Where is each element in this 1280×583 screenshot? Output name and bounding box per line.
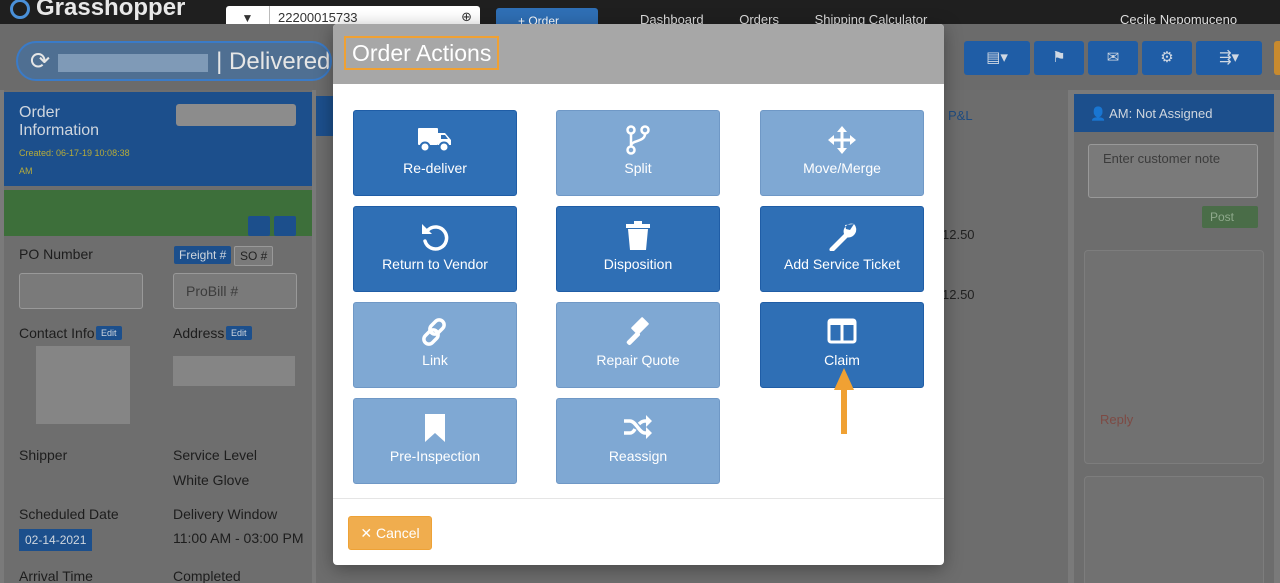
modal-footer: ✕ Cancel	[333, 498, 944, 565]
action-label: Reassign	[608, 448, 668, 464]
action-label: Re-deliver	[403, 160, 467, 176]
disposition-button[interactable]: Disposition	[556, 206, 720, 292]
undo-icon	[354, 221, 516, 253]
action-label: Link	[422, 352, 448, 368]
truck-icon	[354, 125, 516, 157]
move-merge-button[interactable]: Move/Merge	[760, 110, 924, 196]
pre-inspection-button[interactable]: Pre-Inspection	[353, 398, 517, 484]
action-label: Return to Vendor	[382, 256, 488, 272]
return-to-vendor-button[interactable]: Return to Vendor	[353, 206, 517, 292]
arrows-move-icon	[761, 125, 923, 157]
bookmark-icon	[354, 413, 516, 445]
action-label: Move/Merge	[803, 160, 881, 176]
shuffle-icon	[557, 413, 719, 445]
cancel-button[interactable]: ✕ Cancel	[348, 516, 432, 550]
action-label: Repair Quote	[596, 352, 680, 368]
redeliver-button[interactable]: Re-deliver	[353, 110, 517, 196]
gavel-icon	[557, 317, 719, 349]
repair-quote-button[interactable]: Repair Quote	[556, 302, 720, 388]
close-icon: ✕	[360, 525, 377, 541]
code-branch-icon	[557, 125, 719, 157]
order-actions-modal: Order Actions Re-deliver Split Move/Merg…	[333, 24, 944, 565]
highlight-arrow-icon	[834, 368, 854, 434]
trash-icon	[557, 221, 719, 253]
add-service-ticket-button[interactable]: Add Service Ticket	[760, 206, 924, 292]
action-label: Add Service Ticket	[784, 256, 900, 272]
modal-header: Order Actions	[333, 24, 944, 84]
modal-title: Order Actions	[344, 36, 500, 70]
link-button[interactable]: Link	[353, 302, 517, 388]
reassign-button[interactable]: Reassign	[556, 398, 720, 484]
action-label: Claim	[824, 352, 860, 368]
wrench-icon	[761, 221, 923, 253]
cancel-label: Cancel	[376, 525, 420, 541]
action-label: Split	[624, 160, 652, 176]
modal-body: Re-deliver Split Move/Merge Return to Ve…	[333, 84, 944, 498]
action-label: Disposition	[603, 256, 673, 272]
columns-icon	[761, 317, 923, 349]
link-icon	[354, 317, 516, 349]
split-button[interactable]: Split	[556, 110, 720, 196]
action-label: Pre-Inspection	[389, 448, 481, 464]
